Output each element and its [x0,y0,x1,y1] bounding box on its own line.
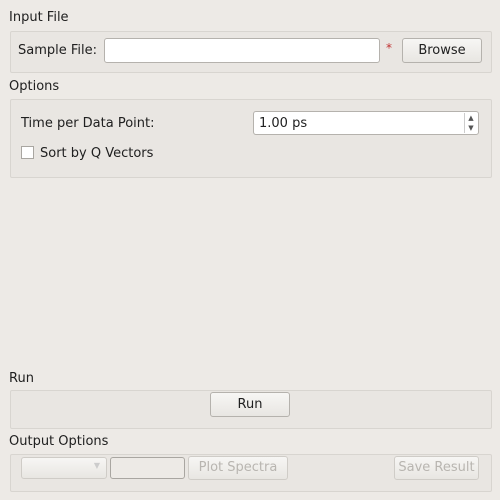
chevron-down-icon: ▼ [93,461,100,470]
save-result-button[interactable]: Save Result [394,456,479,480]
time-per-point-spinbox[interactable]: 1.00 ps ▲ ▼ [253,111,479,135]
input-file-title: Input File [9,10,69,25]
time-per-point-value: 1.00 ps [259,116,308,131]
sample-file-label: Sample File: [18,43,98,58]
output-options-title: Output Options [9,434,109,449]
sort-q-vectors-checkbox[interactable] [21,146,34,159]
options-title: Options [9,79,60,94]
output-field[interactable] [110,457,185,479]
time-per-point-label: Time per Data Point: [21,116,155,131]
run-button[interactable]: Run [210,392,290,417]
sort-q-vectors-label: Sort by Q Vectors [40,146,154,161]
output-combo[interactable]: ▼ [21,457,107,479]
plot-spectra-button[interactable]: Plot Spectra [188,456,288,480]
browse-button[interactable]: Browse [402,38,482,63]
spin-arrows-icon[interactable]: ▲ ▼ [464,113,477,133]
sample-file-input[interactable] [104,38,380,63]
required-marker: * [386,41,392,55]
run-title: Run [9,371,34,386]
